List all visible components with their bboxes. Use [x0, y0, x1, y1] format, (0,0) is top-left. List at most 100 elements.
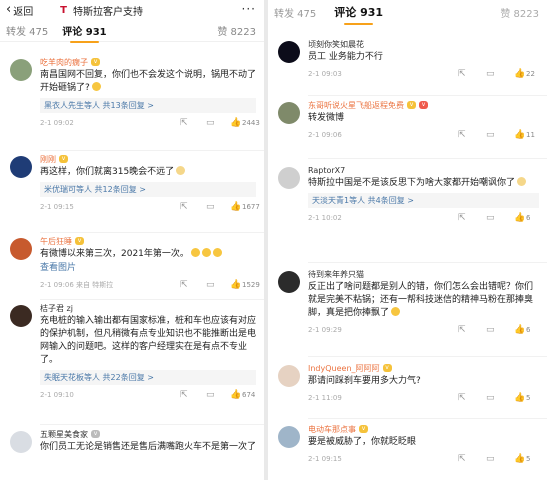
comment-meta: 2-1 09:10 ⇱ ▭ 👍 674: [40, 388, 256, 401]
member-badge-icon: v: [407, 101, 416, 109]
emoji-icon: [212, 248, 222, 257]
share-icon[interactable]: ⇱: [458, 69, 466, 79]
comment-item: 顷刻你笑如晨花 员工 业务能力不行 2-1 09:03 ⇱ ▭ 👍 22: [268, 38, 547, 92]
avatar[interactable]: [10, 305, 32, 327]
emoji-icon: [176, 166, 186, 175]
comment-time: 2-1 09:02: [40, 118, 74, 127]
reply-icon[interactable]: ▭: [486, 69, 495, 79]
share-icon[interactable]: ⇱: [180, 202, 188, 212]
reply-icon[interactable]: ▭: [206, 280, 215, 290]
comment-username[interactable]: RaptorX7: [308, 164, 539, 176]
avatar[interactable]: [278, 41, 300, 63]
comment-username[interactable]: 午后狂睡 v: [40, 235, 256, 247]
like-icon[interactable]: 👍: [230, 390, 241, 400]
comment-time: 2-1 09:03: [308, 69, 342, 78]
divider: [40, 232, 264, 233]
comment-username[interactable]: 顷刻你笑如晨花: [308, 38, 539, 50]
comment-item: IndyQueen_阿阿阿 v 那请问踩刹车要用多大力气? 2-1 11:09 ⇱…: [268, 362, 547, 416]
avatar[interactable]: [10, 238, 32, 260]
comment-meta: 2-1 09:29 ⇱ ▭ 👍 6: [308, 323, 539, 336]
avatar[interactable]: [10, 431, 32, 453]
tab-comment[interactable]: 评论 931: [334, 4, 383, 25]
comment-text: 要是被威胁了，你就眨眨眼: [308, 437, 417, 447]
comment-meta: 2-1 11:09 ⇱ ▭ 👍 5: [308, 391, 539, 404]
replies-link[interactable]: 米优瑞可等人 共12条回复 >: [40, 182, 256, 197]
share-icon[interactable]: ⇱: [458, 130, 466, 140]
page-title: T 特斯拉客户支持: [58, 0, 143, 20]
more-icon[interactable]: ···: [242, 2, 256, 16]
like-icon[interactable]: 👍: [514, 325, 525, 335]
share-icon[interactable]: ⇱: [458, 454, 466, 464]
tab-repost[interactable]: 转发 475: [6, 23, 48, 38]
comment-username[interactable]: 待到来年养只猫: [308, 268, 539, 280]
comment-meta: 2-1 09:15 ⇱ ▭ 👍 1677: [40, 200, 260, 213]
share-icon[interactable]: ⇱: [180, 280, 188, 290]
share-icon[interactable]: ⇱: [458, 325, 466, 335]
share-icon[interactable]: ⇱: [180, 390, 188, 400]
reply-icon[interactable]: ▭: [486, 213, 495, 223]
tesla-logo-icon: T: [60, 4, 67, 16]
like-icon[interactable]: 👍: [514, 393, 525, 403]
share-icon[interactable]: ⇱: [458, 393, 466, 403]
comment-item: 待到来年养只猫 反正出了啥问题都是别人的错，你们怎么会出错呢？你们就是完美不粘锅…: [268, 268, 547, 354]
comment-item: 刚刚 v 再这样，你们就离315晚会不远了 米优瑞可等人 共12条回复 > 2-1…: [0, 153, 264, 231]
comment-text: 南昌国网不回复，你们也不会发这个说明，锅甩不动了开始砸锅了?: [40, 70, 257, 93]
like-icon[interactable]: 👍: [230, 280, 241, 290]
avatar[interactable]: [278, 271, 300, 293]
back-button[interactable]: ‹ 返回: [6, 3, 33, 18]
like-icon[interactable]: 👍: [514, 69, 525, 79]
member-badge-icon: v: [91, 58, 100, 66]
comment-username[interactable]: 五颗星美食家 v: [40, 428, 256, 440]
reply-icon[interactable]: ▭: [486, 130, 495, 140]
view-image-link[interactable]: 查看图片: [40, 262, 256, 275]
avatar[interactable]: [278, 365, 300, 387]
tab-likes[interactable]: 赞 8223: [500, 5, 539, 20]
like-count: 22: [526, 69, 535, 78]
tab-comment[interactable]: 评论 931: [62, 23, 107, 43]
comment-time: 2-1 09:29: [308, 325, 342, 334]
page-title-text: 特斯拉客户支持: [73, 6, 143, 18]
reply-icon[interactable]: ▭: [206, 118, 215, 128]
reply-icon[interactable]: ▭: [206, 202, 215, 212]
comment-username[interactable]: 电动车那点事 v: [308, 423, 539, 435]
member-badge-icon: v: [382, 364, 392, 372]
replies-link[interactable]: 失眠天花板等人 共22条回复 >: [40, 370, 256, 385]
avatar[interactable]: [278, 426, 300, 448]
comment-meta: 2-1 10:02 ⇱ ▭ 👍 6: [308, 211, 539, 224]
comment-time: 2-1 09:06 来自 特斯拉: [40, 280, 114, 289]
divider: [40, 150, 264, 151]
reply-icon[interactable]: ▭: [486, 393, 495, 403]
replies-link[interactable]: 黑衣人先生等人 共13条回复 >: [40, 98, 256, 113]
like-icon[interactable]: 👍: [514, 130, 525, 140]
replies-link[interactable]: 天淡天青1等人 共4条回复 >: [308, 193, 539, 208]
reply-icon[interactable]: ▭: [206, 390, 215, 400]
tab-likes[interactable]: 赞 8223: [217, 23, 256, 38]
comment-item: 东哥听说火星飞船返程免费 v v 转发微博 2-1 09:06 ⇱ ▭ 👍 11: [268, 99, 547, 155]
tab-repost[interactable]: 转发 475: [274, 5, 316, 20]
avatar[interactable]: [10, 156, 32, 178]
tab-bar: 转发 475 评论 931 赞 8223: [0, 20, 264, 43]
like-icon[interactable]: 👍: [514, 454, 525, 464]
comment-text: 你们员工无论是销售还是售后满嘴跑火车不是第一次了: [40, 442, 257, 452]
comment-username[interactable]: 东哥听说火星飞船返程免费 v v: [308, 99, 539, 111]
comment-username[interactable]: 桔子君 zj: [40, 302, 256, 314]
reply-icon[interactable]: ▭: [486, 454, 495, 464]
avatar[interactable]: [278, 102, 300, 124]
like-icon[interactable]: 👍: [514, 213, 525, 223]
like-count: 1529: [242, 280, 260, 289]
comment-text: 员工 业务能力不行: [308, 52, 383, 62]
comment-username[interactable]: IndyQueen_阿阿阿 v: [308, 362, 539, 374]
comment-item: 桔子君 zj 充电桩的输入输出都有国家标准，桩和车也应该有对应的保护机制，但凡稍…: [0, 302, 264, 422]
comment-text: 特斯拉中国是不是该反思下为啥大家都开始嘲讽你了: [308, 177, 539, 190]
comment-username[interactable]: 吃羊肉的瘸子 v: [40, 56, 256, 68]
right-screenshot: 转发 475 评论 931 赞 8223 顷刻你笑如晨花 员工 业务能力不行 2…: [268, 0, 547, 480]
reply-icon[interactable]: ▭: [486, 325, 495, 335]
avatar[interactable]: [278, 167, 300, 189]
share-icon[interactable]: ⇱: [458, 213, 466, 223]
like-icon[interactable]: 👍: [230, 202, 241, 212]
like-icon[interactable]: 👍: [230, 118, 241, 128]
share-icon[interactable]: ⇱: [180, 118, 188, 128]
divider: [40, 299, 264, 300]
avatar[interactable]: [10, 59, 32, 81]
comment-username[interactable]: 刚刚 v: [40, 153, 256, 165]
